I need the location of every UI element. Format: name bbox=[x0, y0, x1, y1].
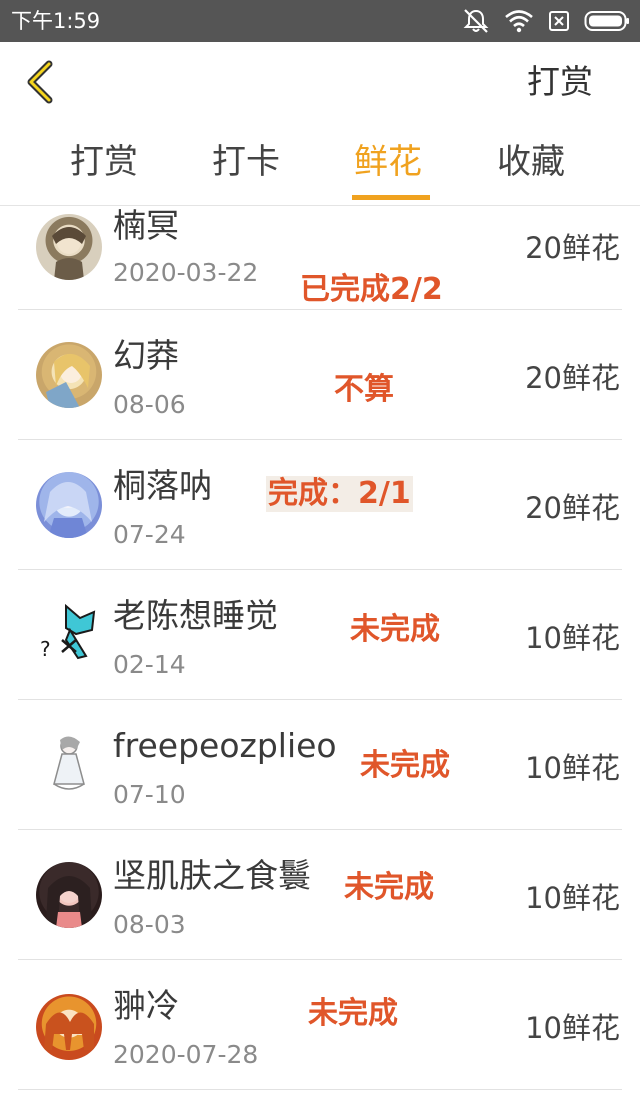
reward-action-button[interactable]: 打赏 bbox=[527, 62, 593, 102]
list-item[interactable]: 桐落呐 07-24 完成：2/1 20鲜花 bbox=[18, 440, 622, 570]
reward-date: 08-06 bbox=[113, 390, 186, 419]
sim-icon bbox=[548, 10, 570, 32]
tab-flowers[interactable]: 鲜花 bbox=[354, 140, 422, 188]
flower-amount: 10鲜花 bbox=[525, 621, 620, 655]
status-note: 未完成 bbox=[360, 748, 450, 783]
status-bar: 下午1:59 bbox=[0, 0, 640, 42]
avatar[interactable] bbox=[36, 472, 102, 538]
list-item[interactable]: 幻莽 08-06 不算 20鲜花 bbox=[18, 310, 622, 440]
reward-date: 08-03 bbox=[113, 910, 186, 939]
avatar[interactable] bbox=[36, 994, 102, 1060]
status-note: 已完成2/2 bbox=[300, 272, 443, 307]
user-name: 楠冥 bbox=[113, 206, 179, 245]
flower-list[interactable]: 楠冥 2020-03-22 已完成2/2 20鲜花 幻莽 08-06 不算 20… bbox=[0, 206, 640, 1094]
status-icons bbox=[462, 8, 630, 34]
flower-amount: 10鲜花 bbox=[525, 881, 620, 915]
user-name: freepeozplieo bbox=[113, 726, 337, 765]
tab-favorites[interactable]: 收藏 bbox=[497, 140, 565, 188]
avatar[interactable] bbox=[36, 862, 102, 928]
user-name: 翀冷 bbox=[113, 986, 179, 1025]
tab-checkin[interactable]: 打卡 bbox=[212, 140, 280, 188]
avatar[interactable] bbox=[36, 730, 102, 796]
list-item[interactable]: freepeozplieo 07-10 未完成 10鲜花 bbox=[18, 700, 622, 830]
avatar[interactable] bbox=[36, 342, 102, 408]
status-note: 完成：2/1 bbox=[266, 476, 413, 512]
list-item[interactable]: 坚肌肤之食鬟 08-03 未完成 10鲜花 bbox=[18, 830, 622, 960]
flower-amount: 20鲜花 bbox=[525, 491, 620, 525]
status-time: 下午1:59 bbox=[11, 9, 101, 33]
reward-date: 2020-07-28 bbox=[113, 1040, 259, 1069]
tab-reward[interactable]: 打赏 bbox=[70, 140, 138, 188]
user-name: 桐落呐 bbox=[113, 466, 212, 505]
user-name: 坚肌肤之食鬟 bbox=[113, 856, 311, 895]
status-note: 未完成 bbox=[308, 996, 398, 1031]
avatar[interactable]: ? bbox=[36, 600, 102, 666]
status-note: 未完成 bbox=[344, 870, 434, 905]
reward-date: 02-14 bbox=[113, 650, 186, 679]
flower-amount: 10鲜花 bbox=[525, 751, 620, 785]
active-tab-indicator bbox=[352, 195, 430, 200]
status-note: 未完成 bbox=[350, 612, 440, 647]
svg-text:?: ? bbox=[40, 637, 51, 661]
list-item[interactable]: ? 老陈想睡觉 02-14 未完成 10鲜花 bbox=[18, 570, 622, 700]
list-item[interactable]: 楠冥 2020-03-22 已完成2/2 20鲜花 bbox=[18, 206, 622, 310]
flower-amount: 10鲜花 bbox=[525, 1011, 620, 1045]
mute-icon bbox=[462, 8, 490, 34]
user-name: 老陈想睡觉 bbox=[113, 596, 278, 635]
tab-bar: 打赏 打卡 鲜花 收藏 bbox=[0, 122, 640, 206]
avatar[interactable] bbox=[36, 214, 102, 280]
reward-date: 2020-03-22 bbox=[113, 258, 259, 287]
status-note: 不算 bbox=[334, 372, 394, 407]
reward-date: 07-24 bbox=[113, 520, 186, 549]
flower-amount: 20鲜花 bbox=[525, 361, 620, 395]
back-icon[interactable] bbox=[22, 58, 62, 106]
flower-amount: 20鲜花 bbox=[525, 231, 620, 265]
reward-date: 07-10 bbox=[113, 780, 186, 809]
wifi-icon bbox=[504, 9, 534, 33]
user-name: 幻莽 bbox=[113, 336, 179, 375]
navigation-bar: 打赏 bbox=[0, 42, 640, 122]
list-item[interactable]: 翀冷 2020-07-28 未完成 10鲜花 bbox=[18, 960, 622, 1090]
battery-icon bbox=[584, 10, 630, 32]
